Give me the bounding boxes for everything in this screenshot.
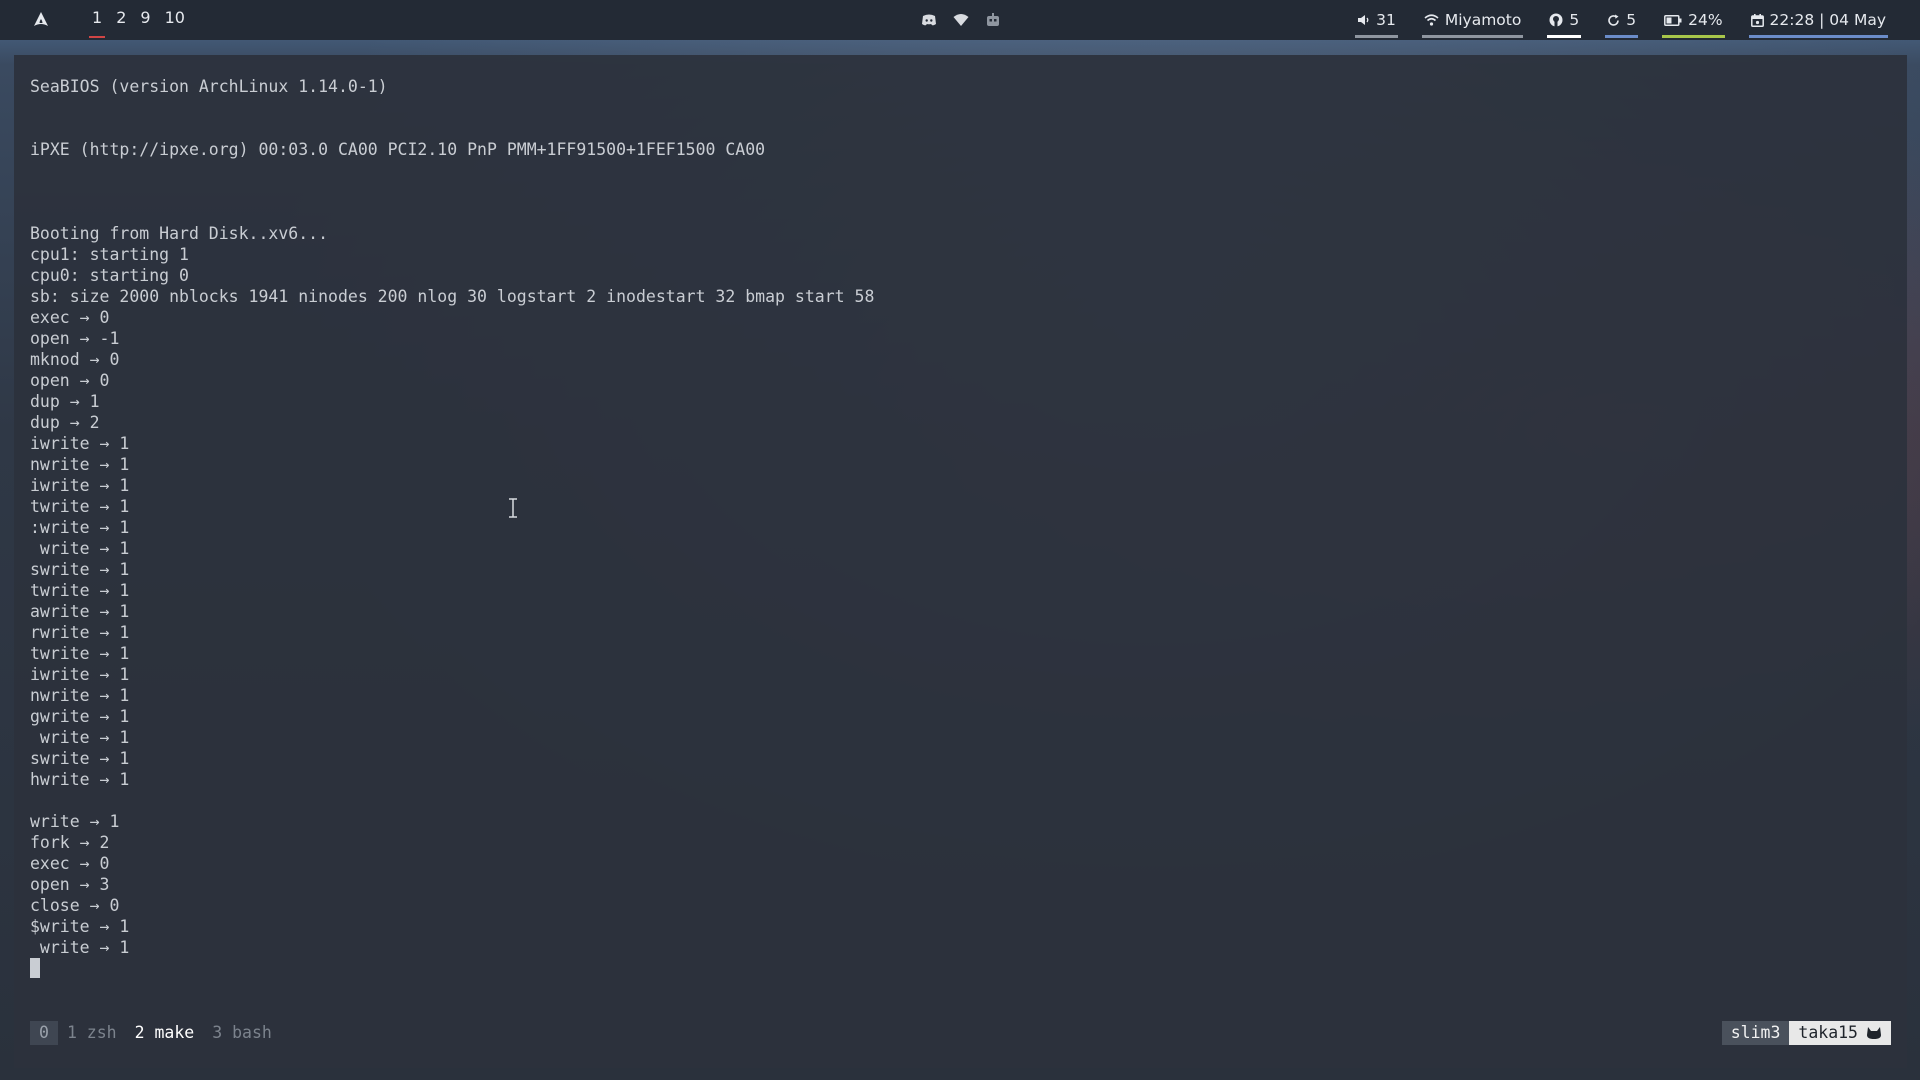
updates-underline xyxy=(1605,35,1639,38)
github-underline xyxy=(1547,35,1582,38)
terminal-line: write → 1 xyxy=(30,812,120,831)
terminal-line: iwrite → 1 xyxy=(30,476,130,495)
wifi-underline xyxy=(1421,35,1524,38)
cat-icon xyxy=(1867,1027,1881,1039)
battery-icon xyxy=(1664,14,1682,26)
robot-icon[interactable] xyxy=(984,11,1002,29)
terminal-line: exec → 0 xyxy=(30,308,110,327)
terminal-line: open → 0 xyxy=(30,371,110,390)
terminal-line: awrite → 1 xyxy=(30,602,130,621)
terminal-line: hwrite → 1 xyxy=(30,770,130,789)
tmux-window-1[interactable]: 1 zsh xyxy=(58,1021,126,1045)
terminal-output[interactable]: SeaBIOS (version ArchLinux 1.14.0-1) iPXE… xyxy=(30,76,874,979)
wifi-network-name: Miyamoto xyxy=(1444,11,1522,29)
terminal-line: cpu1: starting 1 xyxy=(30,245,189,264)
terminal-line: nwrite → 1 xyxy=(30,686,130,705)
terminal-line: SeaBIOS (version ArchLinux 1.14.0-1) xyxy=(30,77,388,96)
terminal-line: iPXE (http://ipxe.org) 00:03.0 CA00 PCI2… xyxy=(30,140,766,159)
terminal-line: mknod → 0 xyxy=(30,350,120,369)
clock-status[interactable]: 22:28 | 04 May xyxy=(1737,0,1900,40)
system-tray xyxy=(920,0,1002,40)
battery-level: 24% xyxy=(1688,11,1723,29)
tmux-window-list: 01 zsh 2 make 3 bash xyxy=(30,1021,281,1045)
wifi-tray-icon[interactable] xyxy=(952,11,970,29)
text-cursor xyxy=(30,958,40,978)
volume-underline xyxy=(1355,35,1398,38)
terminal-line: cpu0: starting 0 xyxy=(30,266,189,285)
wifi-icon xyxy=(1424,14,1439,26)
terminal-line: twrite → 1 xyxy=(30,644,130,663)
terminal-line: fork → 2 xyxy=(30,833,110,852)
terminal-line: write → 1 xyxy=(30,539,130,558)
tmux-hostname-label: taka15 xyxy=(1798,1023,1858,1042)
discord-icon[interactable] xyxy=(920,11,938,29)
calendar-icon xyxy=(1750,13,1764,27)
clock-datetime: 22:28 | 04 May xyxy=(1769,11,1886,29)
refresh-icon xyxy=(1608,14,1620,26)
terminal-line: swrite → 1 xyxy=(30,560,130,579)
terminal-line: sb: size 2000 nblocks 1941 ninodes 200 n… xyxy=(30,287,875,306)
terminal-line: gwrite → 1 xyxy=(30,707,130,726)
terminal-line: nwrite → 1 xyxy=(30,455,130,474)
wifi-status[interactable]: Miyamoto xyxy=(1410,0,1536,40)
volume-value: 31 xyxy=(1376,11,1396,29)
terminal-line: open → -1 xyxy=(30,329,120,348)
terminal-prompt-line[interactable] xyxy=(30,958,874,979)
terminal-line: write → 1 xyxy=(30,938,130,957)
updates-status[interactable]: 5 xyxy=(1593,0,1650,40)
status-bar: 31 Miyamoto 5 5 24% 22:28 | 04 May xyxy=(1343,0,1900,40)
terminal-line: rwrite → 1 xyxy=(30,623,130,642)
tmux-session-info: slim3 taka15 xyxy=(1721,1021,1891,1045)
workspace-2[interactable]: 2 xyxy=(109,0,133,40)
battery-underline xyxy=(1662,35,1725,38)
workspace-9[interactable]: 9 xyxy=(133,0,157,40)
tmux-window-0[interactable]: 0 xyxy=(30,1021,58,1045)
workspace-1[interactable]: 1 xyxy=(85,0,109,40)
terminal-line: :write → 1 xyxy=(30,518,130,537)
tmux-window-3[interactable]: 3 bash xyxy=(203,1021,281,1045)
clock-underline xyxy=(1748,35,1888,38)
terminal-line: dup → 2 xyxy=(30,413,100,432)
terminal-line: swrite → 1 xyxy=(30,749,130,768)
workspace-list: 1 2 9 10 xyxy=(85,0,192,40)
terminal-line: iwrite → 1 xyxy=(30,665,130,684)
top-bar: 1 2 9 10 31 Miyamoto 5 5 24% 22:28 | 04 … xyxy=(0,0,1920,40)
terminal-line: write → 1 xyxy=(30,728,130,747)
terminal-line: twrite → 1 xyxy=(30,497,130,516)
workspace-10[interactable]: 10 xyxy=(158,0,192,40)
terminal-line: iwrite → 1 xyxy=(30,434,130,453)
tmux-hostname: taka15 xyxy=(1789,1021,1891,1045)
updates-count: 5 xyxy=(1626,11,1637,29)
terminal-line: Booting from Hard Disk..xv6... xyxy=(30,224,329,243)
terminal-window[interactable]: SeaBIOS (version ArchLinux 1.14.0-1) iPXE… xyxy=(14,55,1907,1068)
github-icon xyxy=(1549,13,1563,27)
speaker-icon xyxy=(1358,15,1369,25)
github-status[interactable]: 5 xyxy=(1535,0,1593,40)
terminal-line: open → 3 xyxy=(30,875,110,894)
arch-linux-icon[interactable] xyxy=(30,8,52,30)
terminal-line: dup → 1 xyxy=(30,392,100,411)
tmux-session-name: slim3 xyxy=(1721,1021,1790,1045)
github-notifications-count: 5 xyxy=(1569,11,1580,29)
volume-status[interactable]: 31 xyxy=(1343,0,1410,40)
terminal-line: $write → 1 xyxy=(30,917,130,936)
battery-status[interactable]: 24% xyxy=(1650,0,1736,40)
terminal-line: twrite → 1 xyxy=(30,581,130,600)
tmux-window-2[interactable]: 2 make xyxy=(126,1021,204,1045)
ibeam-cursor-icon xyxy=(509,498,517,518)
tmux-status-line: 01 zsh 2 make 3 bash slim3 taka15 xyxy=(30,1021,1891,1045)
terminal-line: exec → 0 xyxy=(30,854,110,873)
terminal-line: close → 0 xyxy=(30,896,120,915)
